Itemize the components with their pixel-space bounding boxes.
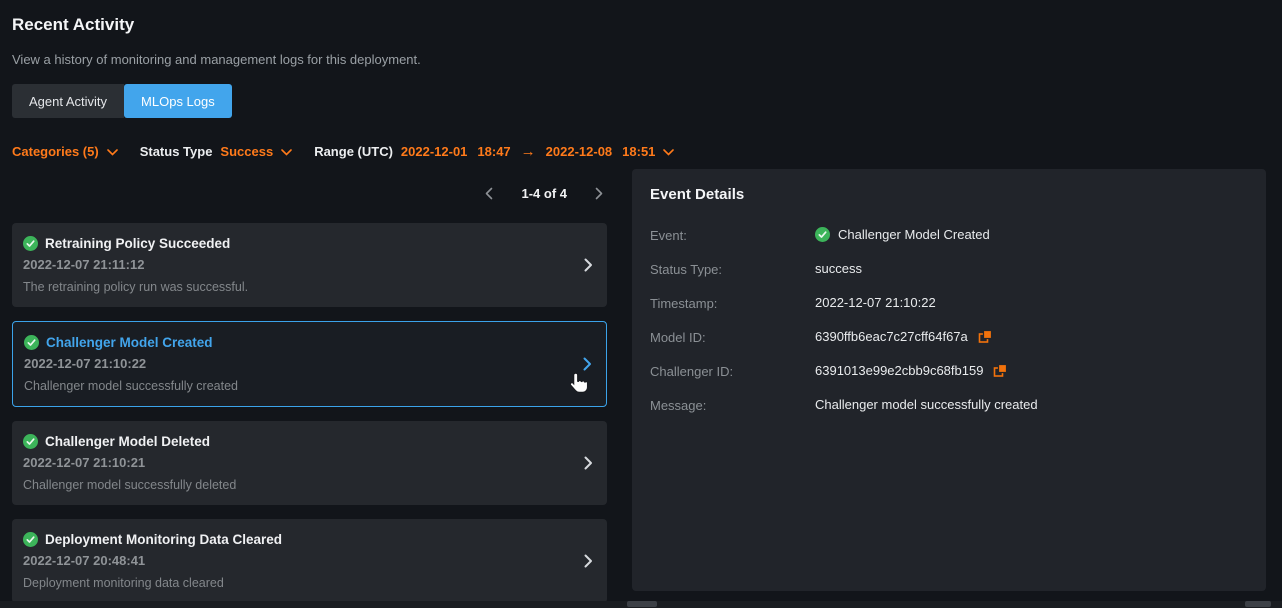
pagination-prev-button[interactable] [481, 187, 497, 200]
detail-row: Event: Challenger Model Created [650, 227, 1248, 243]
tab-mlops-logs[interactable]: MLOps Logs [124, 84, 232, 118]
detail-value: success [815, 261, 862, 276]
chevron-right-icon[interactable] [584, 456, 593, 470]
event-details-panel: Event Details Event: Challenger Model Cr… [632, 169, 1266, 591]
horizontal-scrollbar-thumb[interactable] [627, 601, 657, 607]
event-title: Retraining Policy Succeeded [45, 236, 230, 251]
tab-agent-activity-label: Agent Activity [29, 94, 107, 109]
detail-label: Status Type: [650, 261, 815, 277]
range-arrow-icon: → [521, 143, 536, 160]
filter-categories[interactable]: Categories (5) [12, 144, 118, 159]
filter-range-value: 2022-12-01 18:47 → 2022-12-08 18:51 [401, 143, 656, 160]
event-details-title: Event Details [650, 186, 1248, 203]
detail-value: 6391013e99e2cbb9c68fb159 [815, 363, 983, 378]
detail-label: Message: [650, 397, 815, 413]
copy-icon[interactable] [978, 329, 993, 344]
event-list-item[interactable]: Challenger Model Created 2022-12-07 21:1… [12, 321, 607, 407]
event-description: Deployment monitoring data cleared [23, 576, 591, 590]
range-start-time: 18:47 [477, 144, 510, 159]
event-description: Challenger model successfully deleted [23, 478, 591, 492]
event-timestamp: 2022-12-07 20:48:41 [23, 553, 591, 568]
detail-value: 2022-12-07 21:10:22 [815, 295, 936, 310]
activity-tabs: Agent Activity MLOps Logs [12, 84, 1266, 118]
chevron-right-icon[interactable] [584, 554, 593, 568]
event-timestamp: 2022-12-07 21:10:21 [23, 455, 591, 470]
range-start-date: 2022-12-01 [401, 144, 468, 159]
detail-label: Challenger ID: [650, 363, 815, 379]
chevron-down-icon [107, 149, 118, 156]
event-timestamp: 2022-12-07 21:11:12 [23, 257, 591, 272]
page-title: Recent Activity [12, 0, 1266, 35]
detail-label: Model ID: [650, 329, 815, 345]
detail-row: Status Type: success [650, 261, 1248, 277]
tab-mlops-logs-label: MLOps Logs [141, 94, 215, 109]
filter-range-label: Range (UTC) [314, 144, 393, 159]
success-check-icon [23, 532, 38, 547]
pagination-next-button[interactable] [591, 187, 607, 200]
scrollbar-corner [1245, 601, 1271, 607]
event-title: Challenger Model Deleted [45, 434, 210, 449]
range-end-time: 18:51 [622, 144, 655, 159]
success-check-icon [24, 335, 39, 350]
detail-row: Model ID: 6390ffb6eac7c27cff64f67a [650, 329, 1248, 345]
event-title: Deployment Monitoring Data Cleared [45, 532, 282, 547]
chevron-down-icon [663, 149, 674, 156]
pagination: 1-4 of 4 [12, 182, 607, 204]
range-end-date: 2022-12-08 [546, 144, 613, 159]
filter-date-range[interactable]: Range (UTC) 2022-12-01 18:47 → 2022-12-0… [314, 143, 674, 160]
chevron-down-icon [281, 149, 292, 156]
event-description: The retraining policy run was successful… [23, 280, 591, 294]
success-check-icon [815, 227, 830, 242]
pagination-label: 1-4 of 4 [521, 186, 567, 201]
detail-value: 6390ffb6eac7c27cff64f67a [815, 329, 968, 344]
event-list-item[interactable]: Challenger Model Deleted 2022-12-07 21:1… [12, 421, 607, 505]
filter-bar: Categories (5) Status Type Success Range… [12, 143, 1266, 160]
event-description: Challenger model successfully created [24, 379, 590, 393]
event-list-column: 1-4 of 4 Retraining Policy Succeeded 202… [12, 169, 607, 603]
page-header: Recent Activity View a history of monito… [0, 0, 1282, 160]
event-title: Challenger Model Created [46, 335, 213, 350]
event-list: Retraining Policy Succeeded 2022-12-07 2… [12, 223, 607, 603]
chevron-right-icon[interactable] [583, 357, 592, 371]
detail-value: Challenger model successfully created [815, 397, 1038, 412]
page-subtitle: View a history of monitoring and managem… [12, 52, 1266, 67]
detail-row: Challenger ID: 6391013e99e2cbb9c68fb159 [650, 363, 1248, 379]
success-check-icon [23, 434, 38, 449]
filter-status-type-label: Status Type [140, 144, 213, 159]
filter-status-type-value: Success [220, 144, 273, 159]
event-details-rows: Event: Challenger Model Created Status T… [650, 227, 1248, 413]
success-check-icon [23, 236, 38, 251]
event-list-item[interactable]: Retraining Policy Succeeded 2022-12-07 2… [12, 223, 607, 307]
tab-agent-activity[interactable]: Agent Activity [12, 84, 124, 118]
detail-row: Message: Challenger model successfully c… [650, 397, 1248, 413]
detail-label: Event: [650, 227, 815, 243]
filter-status-type[interactable]: Status Type Success [140, 144, 292, 159]
event-timestamp: 2022-12-07 21:10:22 [24, 356, 590, 371]
event-list-item[interactable]: Deployment Monitoring Data Cleared 2022-… [12, 519, 607, 603]
detail-row: Timestamp: 2022-12-07 21:10:22 [650, 295, 1248, 311]
filter-categories-label: Categories (5) [12, 144, 99, 159]
copy-icon[interactable] [993, 363, 1008, 378]
chevron-right-icon[interactable] [584, 258, 593, 272]
main-content: 1-4 of 4 Retraining Policy Succeeded 202… [0, 169, 1282, 603]
detail-value: Challenger Model Created [838, 227, 990, 242]
detail-label: Timestamp: [650, 295, 815, 311]
